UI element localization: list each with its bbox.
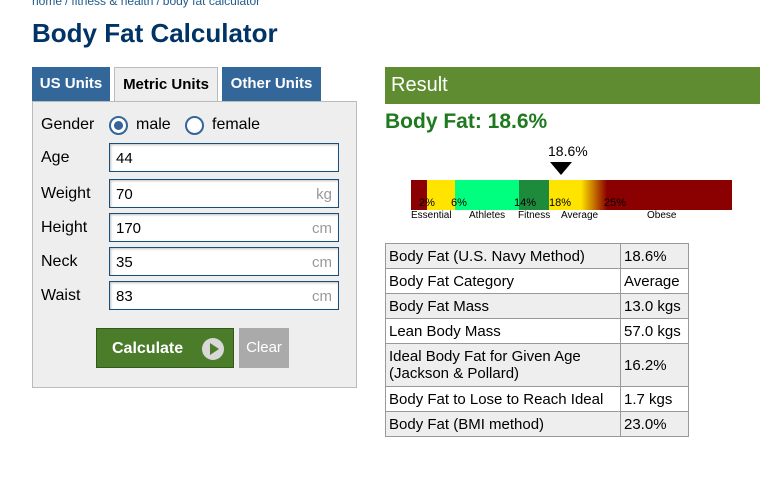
waist-unit: cm (312, 288, 332, 305)
tab-other-units[interactable]: Other Units (222, 67, 321, 102)
scale-tick: 6% (451, 197, 467, 209)
result-value: 1.7 kgs (620, 386, 689, 412)
breadcrumb: home / fitness & health / body fat calculato… (32, 0, 260, 8)
height-unit: cm (312, 220, 332, 237)
result-table: Body Fat (U.S. Navy Method) 18.6% Body F… (385, 243, 689, 437)
result-value: 16.2% (620, 343, 689, 387)
height-value: 170 (116, 220, 142, 237)
age-value: 44 (116, 150, 133, 167)
gender-male-label[interactable]: male (136, 116, 171, 134)
result-header: Result (385, 67, 760, 104)
weight-value: 70 (116, 186, 133, 203)
waist-value: 83 (116, 288, 133, 305)
table-row: Body Fat to Lose to Reach Ideal 1.7 kgs (385, 386, 689, 412)
age-input[interactable]: 44 (109, 143, 339, 172)
scale-marker-arrow-icon (550, 162, 572, 175)
scale-category: Obese (647, 210, 677, 221)
result-value: 18.6% (620, 243, 689, 269)
scale-category: Average (561, 210, 599, 221)
calculator-form: Gender male female Age 44 Weight 70 kg H… (32, 101, 357, 388)
result-label: Body Fat to Lose to Reach Ideal (385, 386, 621, 412)
waist-label: Waist (41, 287, 81, 304)
weight-unit: kg (316, 186, 332, 203)
tab-us-units[interactable]: US Units (32, 67, 110, 102)
scale-category: Athletes (469, 210, 506, 221)
table-row: Body Fat (BMI method) 23.0% (385, 411, 689, 437)
result-label: Body Fat (BMI method) (385, 411, 621, 437)
neck-unit: cm (312, 254, 332, 271)
gender-female-label[interactable]: female (212, 116, 260, 134)
age-label: Age (41, 149, 70, 166)
page-title: Body Fat Calculator (32, 18, 278, 48)
table-row: Ideal Body Fat for Given Age (Jackson & … (385, 343, 689, 387)
result-label: Body Fat (U.S. Navy Method) (385, 243, 621, 269)
tab-metric-units[interactable]: Metric Units (114, 67, 218, 103)
neck-label: Neck (41, 253, 78, 270)
play-icon (202, 338, 224, 360)
result-value: 13.0 kgs (620, 293, 689, 319)
calculate-button[interactable]: Calculate (96, 328, 234, 368)
neck-value: 35 (116, 254, 133, 271)
result-label: Lean Body Mass (385, 318, 621, 344)
table-row: Body Fat Mass 13.0 kgs (385, 293, 689, 319)
result-label: Body Fat Mass (385, 293, 621, 319)
result-value: 23.0% (620, 411, 689, 437)
scale-tick: 18% (549, 197, 572, 209)
gender-male-radio[interactable] (109, 116, 128, 135)
breadcrumb-fitness-health[interactable]: fitness & health (71, 0, 153, 8)
result-value: Average (620, 268, 689, 294)
clear-button[interactable]: Clear (239, 328, 289, 368)
gender-label: Gender (41, 116, 95, 133)
scale-category: Essential (411, 210, 452, 221)
scale-category: Fitness (518, 210, 551, 221)
breadcrumb-current[interactable]: body fat calculator (163, 0, 260, 8)
gender-female-radio[interactable] (185, 116, 204, 135)
weight-input[interactable]: 70 kg (109, 179, 339, 208)
table-row: Body Fat (U.S. Navy Method) 18.6% (385, 243, 689, 269)
table-row: Body Fat Category Average (385, 268, 689, 294)
calculate-button-label: Calculate (112, 340, 184, 357)
scale-marker-label: 18.6% (548, 143, 588, 159)
result-label: Body Fat Category (385, 268, 621, 294)
height-input[interactable]: 170 cm (109, 213, 339, 242)
height-label: Height (41, 219, 88, 236)
table-row: Lean Body Mass 57.0 kgs (385, 318, 689, 344)
weight-label: Weight (41, 185, 91, 202)
neck-input[interactable]: 35 cm (109, 247, 339, 276)
result-value: 57.0 kgs (620, 318, 689, 344)
result-label: Ideal Body Fat for Given Age (Jackson & … (385, 343, 621, 387)
scale-tick: 2% (419, 197, 435, 209)
result-headline: Body Fat: 18.6% (385, 110, 548, 133)
scale-tick: 14% (514, 197, 537, 209)
breadcrumb-home[interactable]: home (32, 0, 62, 8)
scale-tick: 25% (604, 197, 627, 209)
waist-input[interactable]: 83 cm (109, 281, 339, 310)
